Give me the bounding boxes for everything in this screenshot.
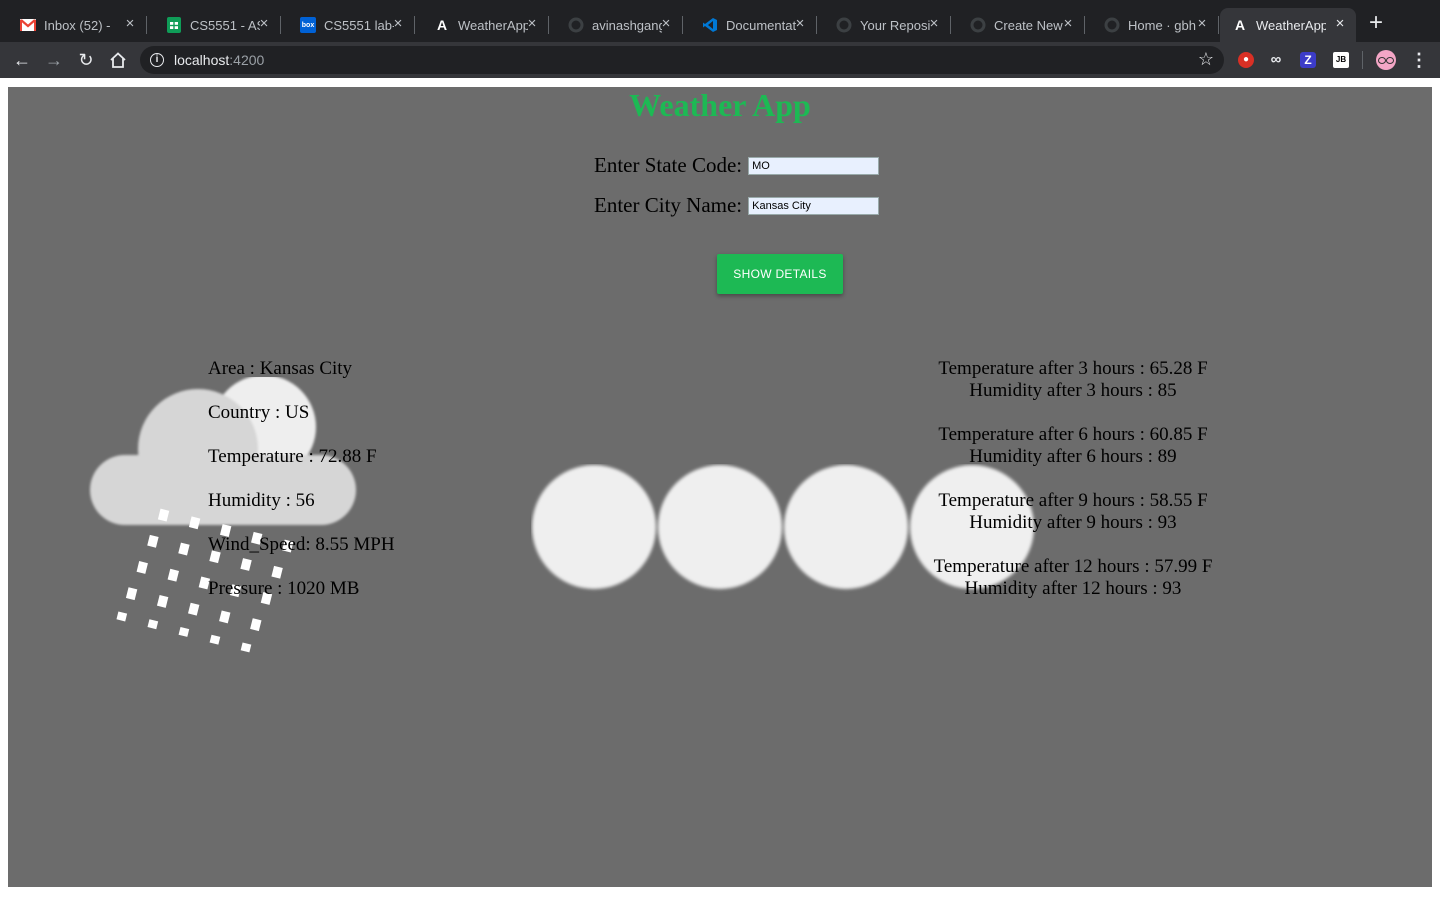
browser-tab[interactable]: CS5551 - AS ×	[146, 8, 281, 42]
address-bar[interactable]: i localhost:4200 ☆	[140, 46, 1224, 74]
forecast-temperature: Temperature after 6 hours : 60.85 F	[938, 424, 1208, 445]
forecast-item: Temperature after 12 hours : 57.99 F Hum…	[923, 556, 1223, 622]
forecast-humidity: Humidity after 9 hours : 93	[969, 512, 1177, 533]
city-name-row: Enter City Name:	[594, 193, 880, 218]
browser-tab[interactable]: A WeatherApp ×	[414, 8, 549, 42]
sheets-icon	[166, 17, 182, 33]
pressure-text: Pressure : 1020 MB	[208, 578, 360, 599]
forecast-item: Temperature after 3 hours : 65.28 F Humi…	[923, 358, 1223, 424]
current-conditions: Area : Kansas City Country : US Temperat…	[208, 358, 395, 622]
forward-arrow-icon[interactable]: →	[42, 48, 66, 72]
browser-tab-active[interactable]: A WeatherApp ×	[1220, 8, 1356, 42]
area-text: Area : Kansas City	[208, 358, 353, 379]
forecast-item: Temperature after 9 hours : 58.55 F Humi…	[923, 490, 1223, 556]
extension-shield-icon[interactable]: ●	[1238, 52, 1254, 68]
close-icon[interactable]: ×	[792, 16, 808, 32]
tab-title: Documentat	[726, 17, 796, 33]
forecast-humidity: Humidity after 6 hours : 89	[969, 446, 1177, 467]
forecast-humidity: Humidity after 3 hours : 85	[969, 380, 1177, 401]
close-icon[interactable]: ×	[658, 16, 674, 32]
tab-title: Home · gbh	[1128, 17, 1196, 33]
humidity-text: Humidity : 56	[208, 490, 315, 511]
forecast-temperature: Temperature after 12 hours : 57.99 F	[933, 556, 1213, 577]
state-code-row: Enter State Code:	[594, 153, 880, 178]
new-tab-button[interactable]: +	[1364, 11, 1388, 36]
browser-tab-strip: Inbox (52) - × CS5551 - AS × box CS5551 …	[0, 0, 1440, 42]
home-icon[interactable]	[106, 48, 130, 72]
close-icon[interactable]: ×	[390, 16, 406, 32]
close-icon[interactable]: ×	[1194, 16, 1210, 32]
back-arrow-icon[interactable]: ←	[10, 48, 34, 72]
github-icon	[836, 17, 852, 33]
angular-icon: A	[1234, 17, 1246, 33]
tab-title: WeatherApp	[1256, 17, 1326, 33]
browser-tab[interactable]: Inbox (52) - ×	[0, 8, 147, 42]
angular-icon: A	[436, 17, 448, 33]
close-icon[interactable]: ×	[1332, 16, 1348, 32]
tab-title: Your Reposi	[860, 17, 930, 33]
forecast-temperature: Temperature after 3 hours : 65.28 F	[938, 358, 1208, 379]
vscode-icon	[702, 17, 718, 33]
extension-jb-icon[interactable]: JB	[1333, 52, 1349, 68]
forecast-item: Temperature after 6 hours : 60.85 F Humi…	[923, 424, 1223, 490]
city-name-label: Enter City Name:	[594, 193, 743, 217]
url-text: localhost:4200	[174, 52, 265, 68]
wind-speed-text: Wind_Speed: 8.55 MPH	[208, 534, 395, 555]
forecast-humidity: Humidity after 12 hours : 93	[964, 578, 1182, 599]
app-title: Weather App	[629, 87, 811, 123]
state-code-label: Enter State Code:	[594, 153, 743, 177]
show-details-button[interactable]: SHOW DETAILS	[717, 254, 843, 294]
browser-tab[interactable]: Create New ×	[950, 8, 1085, 42]
browser-tab[interactable]: Documentat ×	[682, 8, 817, 42]
browser-toolbar: ← → ↻ i localhost:4200 ☆ ● ∞ Z JB ⋮	[0, 42, 1440, 78]
close-icon[interactable]: ×	[122, 16, 138, 32]
forecast-list: Temperature after 3 hours : 65.28 F Humi…	[923, 358, 1223, 622]
browser-tab[interactable]: avinashgang ×	[548, 8, 683, 42]
country-text: Country : US	[208, 402, 310, 423]
tab-title: CS5551 - AS	[190, 17, 260, 33]
browser-tab[interactable]: box CS5551 lab- ×	[280, 8, 415, 42]
github-icon	[970, 17, 986, 33]
tab-title: Inbox (52) -	[44, 17, 111, 33]
browser-tab[interactable]: Home · gbh ×	[1084, 8, 1219, 42]
tab-title: WeatherApp	[458, 17, 528, 33]
page-viewport: Weather App Enter State Code: Enter City…	[8, 87, 1432, 887]
temperature-text: Temperature : 72.88 F	[208, 446, 377, 467]
extension-infinity-icon[interactable]: ∞	[1268, 52, 1284, 68]
browser-tab[interactable]: Your Reposi ×	[816, 8, 951, 42]
close-icon[interactable]: ×	[926, 16, 942, 32]
close-icon[interactable]: ×	[1060, 16, 1076, 32]
more-menu-icon[interactable]: ⋮	[1410, 48, 1428, 72]
tab-title: avinashgang	[592, 17, 662, 33]
box-icon: box	[300, 17, 316, 33]
state-code-input[interactable]	[748, 156, 880, 175]
github-icon	[1104, 17, 1120, 33]
close-icon[interactable]: ×	[524, 16, 540, 32]
forecast-temperature: Temperature after 9 hours : 58.55 F	[938, 490, 1208, 511]
github-icon	[568, 17, 584, 33]
bookmark-star-icon[interactable]: ☆	[1198, 49, 1214, 70]
city-name-input[interactable]	[748, 196, 880, 215]
close-icon[interactable]: ×	[256, 16, 272, 32]
tab-title: Create New	[994, 17, 1063, 33]
tab-title: CS5551 lab-	[324, 17, 394, 33]
profile-avatar[interactable]	[1376, 50, 1396, 70]
extension-z-icon[interactable]: Z	[1300, 52, 1316, 68]
reload-icon[interactable]: ↻	[74, 48, 98, 72]
info-icon[interactable]: i	[150, 53, 164, 67]
gmail-icon	[20, 17, 36, 33]
